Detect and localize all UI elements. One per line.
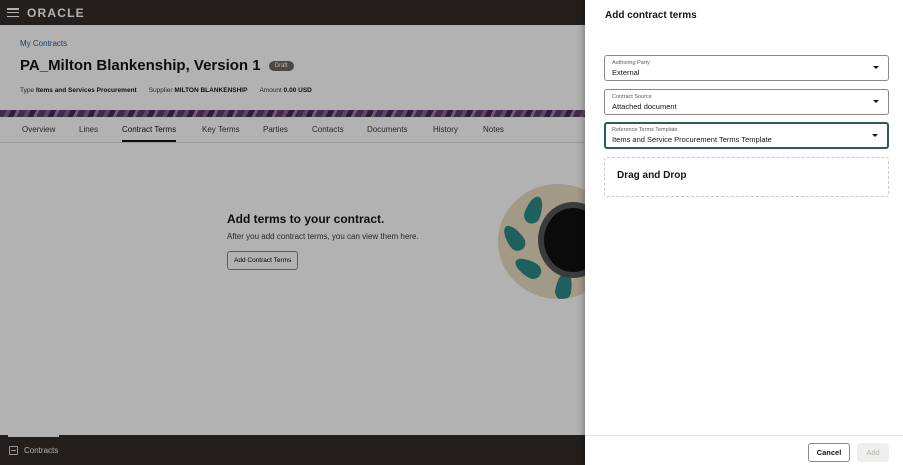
file-dropzone[interactable]: Drag and Drop xyxy=(604,157,889,197)
cancel-button[interactable]: Cancel xyxy=(808,443,850,462)
authoring-party-select[interactable]: Authoring Party External xyxy=(604,55,889,81)
contract-source-select[interactable]: Contract Source Attached document xyxy=(604,89,889,115)
authoring-party-label: Authoring Party xyxy=(612,60,650,66)
contract-source-label: Contract Source xyxy=(612,94,652,100)
drawer-footer: Cancel Add xyxy=(585,435,903,465)
drawer-title: Add contract terms xyxy=(605,10,697,21)
contract-source-value: Attached document xyxy=(612,102,677,111)
reference-template-label: Reference Terms Template xyxy=(612,127,678,133)
add-button[interactable]: Add xyxy=(857,443,889,462)
chevron-down-icon[interactable] xyxy=(873,100,879,103)
authoring-party-value: External xyxy=(612,68,640,77)
add-contract-terms-drawer: Add contract terms Authoring Party Exter… xyxy=(585,0,903,465)
reference-terms-template-select[interactable]: Reference Terms Template Items and Servi… xyxy=(604,122,889,149)
chevron-down-icon[interactable] xyxy=(873,66,879,69)
reference-template-value: Items and Service Procurement Terms Temp… xyxy=(612,135,772,144)
modal-scrim[interactable] xyxy=(0,0,585,465)
chevron-down-icon[interactable] xyxy=(872,134,878,137)
dropzone-label: Drag and Drop xyxy=(617,170,687,181)
